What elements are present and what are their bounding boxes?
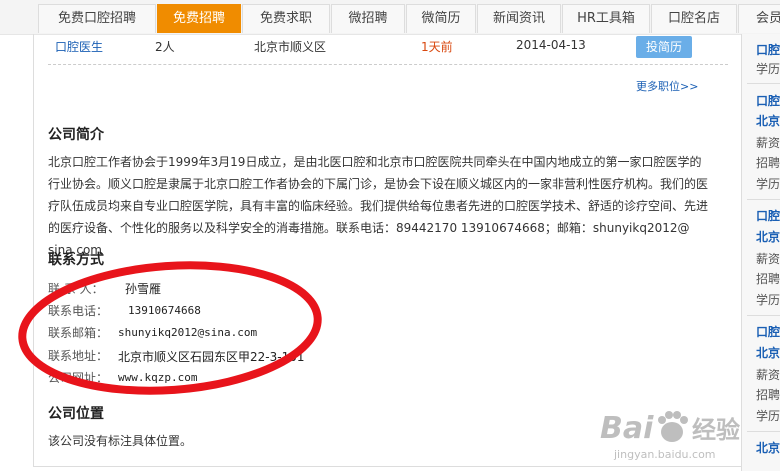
sidebar-location: 北京: [756, 114, 780, 128]
company-intro-heading: 公司简介: [48, 127, 104, 143]
divider: [48, 64, 728, 65]
job-posted: 1天前: [421, 40, 453, 54]
baidu-jingyan-watermark: Bai 经验 jingyan.baidu.com: [600, 411, 740, 461]
svg-text:Bai: Bai: [600, 411, 654, 446]
top-nav: 免费口腔招聘 免费招聘 免费求职 微招聘 微简历 新闻资讯 HR工具箱 口腔名店…: [0, 0, 780, 35]
more-jobs-link[interactable]: 更多职位>>: [636, 78, 698, 94]
sidebar-info: 薪资: [756, 368, 780, 382]
sidebar-info: 招聘: [756, 156, 780, 170]
tab-free-dental-recruit[interactable]: 免费口腔招聘: [38, 4, 156, 33]
sidebar-divider: [747, 199, 780, 200]
job-location: 北京市顺义区: [254, 40, 327, 54]
sidebar-info: 招聘: [756, 272, 780, 286]
location-heading: 公司位置: [48, 406, 104, 422]
tab-member[interactable]: 会员: [738, 4, 780, 33]
tab-dental-stores[interactable]: 口腔名店: [651, 4, 737, 33]
svg-text:经验: 经验: [692, 416, 740, 444]
sidebar-job-link[interactable]: 口腔: [756, 92, 780, 109]
tab-free-job-search[interactable]: 免费求职: [242, 4, 330, 33]
sidebar-info: 薪资: [756, 252, 780, 266]
tab-news[interactable]: 新闻资讯: [477, 4, 561, 33]
location-text: 该公司没有标注具体位置。: [48, 434, 193, 448]
sidebar-job-link[interactable]: 口腔: [756, 41, 780, 58]
tab-micro-recruit[interactable]: 微招聘: [331, 4, 405, 33]
job-count: 2人: [155, 40, 175, 54]
apply-resume-button[interactable]: 投简历: [636, 36, 692, 58]
tab-free-recruit[interactable]: 免费招聘: [157, 4, 241, 33]
sidebar-info: 学历: [756, 409, 780, 423]
sidebar-divider: [747, 83, 780, 84]
sidebar-job-link[interactable]: 口腔: [756, 323, 780, 340]
content-border: [33, 34, 34, 466]
sidebar-info: 学历: [756, 293, 780, 307]
svg-text:jingyan.baidu.com: jingyan.baidu.com: [613, 448, 716, 461]
company-intro-text: 北京口腔工作者协会于1999年3月19日成立，是由北医口腔和北京市口腔医院共同牵…: [48, 155, 709, 257]
sidebar-info: 招聘: [756, 388, 780, 402]
tab-micro-resume[interactable]: 微简历: [406, 4, 476, 33]
content-bottom-border: [33, 466, 741, 467]
tab-hr-tools[interactable]: HR工具箱: [562, 4, 650, 33]
sidebar-location: 北京: [756, 230, 780, 244]
job-date: 2014-04-13: [516, 38, 586, 52]
sidebar-info: 薪资: [756, 136, 780, 150]
sidebar-info: 学历: [756, 177, 780, 191]
red-circle-annotation: [18, 261, 322, 395]
sidebar-info: 学历: [756, 62, 780, 76]
job-title-link[interactable]: 口腔医生: [55, 38, 103, 55]
sidebar-location: 北京: [756, 441, 780, 455]
sidebar-divider: [747, 315, 780, 316]
sidebar-location: 北京: [756, 346, 780, 360]
sidebar-job-link[interactable]: 口腔: [756, 207, 780, 224]
